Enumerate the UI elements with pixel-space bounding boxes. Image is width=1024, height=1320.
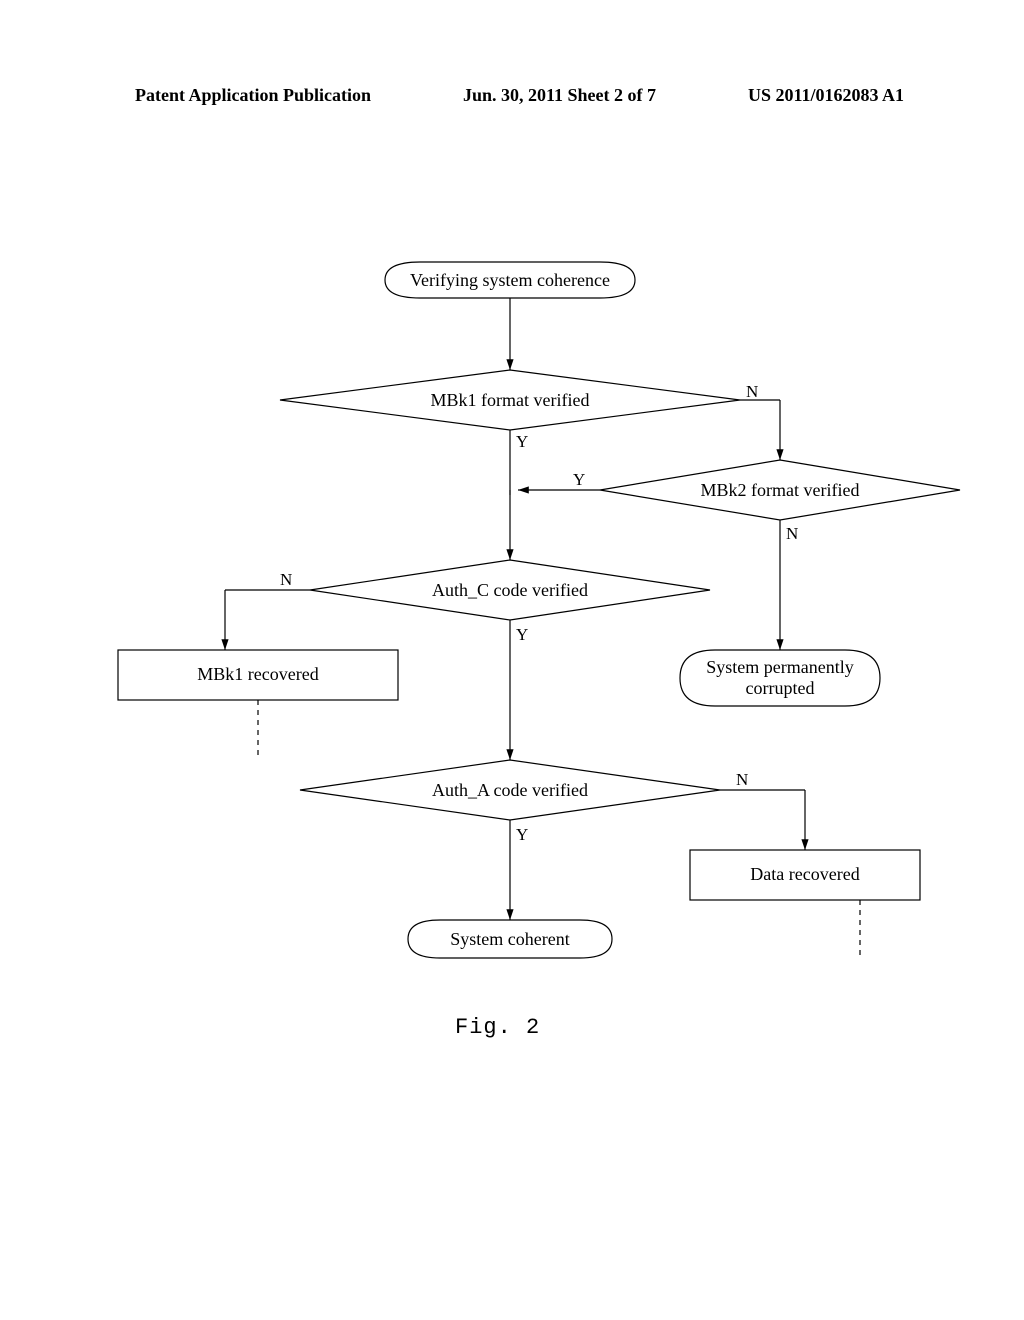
edge-d1-y: Y — [516, 432, 528, 452]
edge-d1-n: N — [746, 382, 758, 402]
edge-d2-y: Y — [573, 470, 585, 490]
label-t1-line1: System permanently — [680, 657, 880, 678]
edge-d4-y: Y — [516, 825, 528, 845]
label-end: System coherent — [408, 929, 612, 950]
label-d3: Auth_C code verified — [390, 580, 630, 601]
label-d4: Auth_A code verified — [390, 780, 630, 801]
figure-caption: Fig. 2 — [455, 1015, 540, 1040]
label-start: Verifying system coherence — [385, 270, 635, 291]
label-d2: MBk2 format verified — [660, 480, 900, 501]
edge-d3-n: N — [280, 570, 292, 590]
label-p2: Data recovered — [690, 864, 920, 885]
label-p1: MBk1 recovered — [118, 664, 398, 685]
edge-d2-n: N — [786, 524, 798, 544]
edge-d3-y: Y — [516, 625, 528, 645]
label-t1-line2: corrupted — [680, 678, 880, 699]
label-d1: MBk1 format verified — [380, 390, 640, 411]
edge-d4-n: N — [736, 770, 748, 790]
